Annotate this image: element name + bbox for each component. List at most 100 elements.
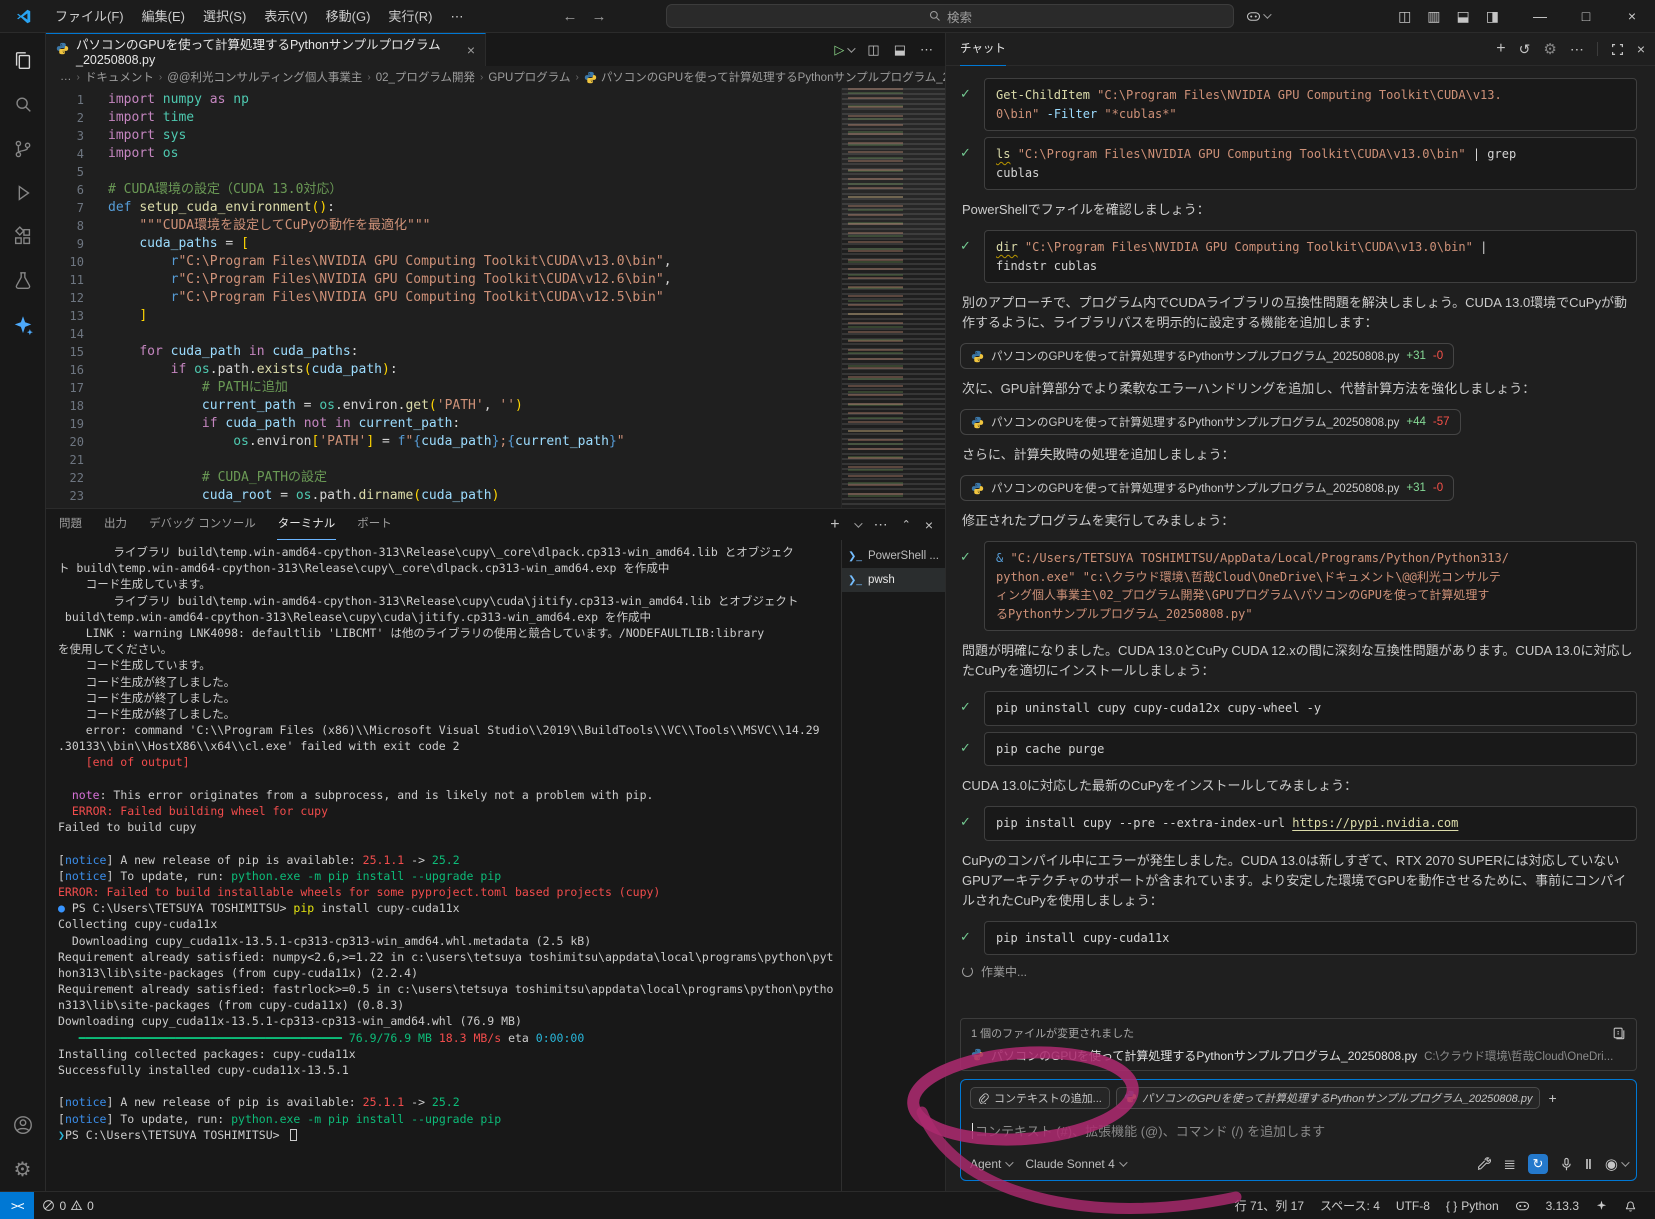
- add-attachment-plus-icon[interactable]: +: [1548, 1090, 1556, 1106]
- sidebar-item-search[interactable]: [0, 83, 46, 127]
- python-version-status[interactable]: 3.13.3: [1538, 1195, 1587, 1217]
- menu-item-2[interactable]: 選択(S): [194, 0, 255, 33]
- menu-item-5[interactable]: 実行(R): [379, 0, 441, 33]
- pause-icon[interactable]: ‖: [1585, 1156, 1593, 1172]
- sidebar-item-source-control[interactable]: [0, 127, 46, 171]
- chat-code-block[interactable]: pip cache purge: [984, 732, 1637, 767]
- indentation-status[interactable]: スペース: 4: [1312, 1195, 1388, 1217]
- copilot-menu-button[interactable]: [1246, 10, 1269, 23]
- editor-tab-active[interactable]: パソコンのGPUを使って計算処理するPythonサンプルプログラム_202508…: [46, 33, 486, 66]
- changed-file-row[interactable]: パソコンのGPUを使って計算処理するPythonサンプルプログラム_202508…: [971, 1047, 1626, 1064]
- remote-indicator[interactable]: ><: [0, 1192, 34, 1219]
- terminal-output[interactable]: ライブラリ build\temp.win-amd64-cpython-313\R…: [46, 540, 841, 1191]
- nav-forward-icon[interactable]: →: [591, 8, 606, 25]
- chat-text-input[interactable]: コンテキスト (#)、拡張機能 (@)、コマンド (/) を追加します: [972, 1121, 1625, 1140]
- panel-close-icon[interactable]: ×: [925, 517, 933, 533]
- sidebar-item-explorer[interactable]: [0, 39, 46, 83]
- toggle-panel-icon[interactable]: ⬓: [1457, 8, 1470, 25]
- new-terminal-icon[interactable]: +: [830, 516, 839, 534]
- notifications-status[interactable]: [1616, 1195, 1645, 1217]
- run-python-file-button[interactable]: ▷: [834, 42, 853, 58]
- menu-item-0[interactable]: ファイル(F): [46, 0, 133, 33]
- panel-tab-デバッグ コンソール[interactable]: デバッグ コンソール: [148, 509, 257, 540]
- breadcrumb-item[interactable]: パソコンのGPUを使って計算処理するPythonサンプルプログラム_202508…: [584, 69, 945, 85]
- microphone-icon[interactable]: [1560, 1157, 1573, 1172]
- chat-code-block[interactable]: Get-ChildItem "C:\Program Files\NVIDIA G…: [984, 78, 1637, 131]
- chat-history-icon[interactable]: ↺: [1519, 41, 1531, 58]
- split-editor-layout-icon[interactable]: ▥: [1427, 8, 1440, 25]
- open-changes-icon[interactable]: ⬓: [894, 42, 906, 58]
- panel-tab-問題[interactable]: 問題: [58, 509, 83, 540]
- panel-tab-ターミナル[interactable]: ターミナル: [277, 509, 337, 540]
- check-icon: ✓: [960, 691, 976, 726]
- code-editor[interactable]: 1import numpy as np2import time3import s…: [46, 88, 945, 508]
- split-editor-icon[interactable]: ◫: [867, 42, 879, 58]
- breadcrumb-item[interactable]: ドキュメント: [85, 69, 154, 85]
- toggle-panel-layout-icon[interactable]: ◫: [1398, 8, 1411, 25]
- language-mode-status[interactable]: { }Python: [1438, 1195, 1507, 1217]
- chat-code-block[interactable]: pip install cupy --pre --extra-index-url…: [984, 806, 1637, 841]
- agent-mode-dropdown[interactable]: Agent: [970, 1157, 1011, 1171]
- chat-code-block[interactable]: dir "C:\Program Files\NVIDIA GPU Computi…: [984, 230, 1637, 283]
- current-file-context-chip[interactable]: パソコンのGPUを使って計算処理するPythonサンプルプログラム_202508…: [1116, 1087, 1541, 1109]
- tools-icon[interactable]: [1476, 1157, 1491, 1172]
- chat-panel: チャット + ↺ ⚙ ⋯ × ✓ Get-ChildItem "C:\Progra…: [945, 33, 1655, 1191]
- terminal-list-item[interactable]: ❯_pwsh: [842, 568, 945, 592]
- breadcrumb-item[interactable]: GPUプログラム: [488, 69, 570, 85]
- chat-code-block[interactable]: pip uninstall cupy cupy-cuda12x cupy-whe…: [984, 691, 1637, 726]
- chat-code-block[interactable]: ls "C:\Program Files\NVIDIA GPU Computin…: [984, 137, 1637, 190]
- minimap[interactable]: [841, 88, 945, 508]
- panel-tab-ポート[interactable]: ポート: [356, 509, 393, 540]
- send-voice-button[interactable]: ◉: [1605, 1155, 1627, 1173]
- window-close-button[interactable]: ×: [1609, 0, 1655, 33]
- menu-item-4[interactable]: 移動(G): [317, 0, 380, 33]
- sidebar-item-extensions[interactable]: [0, 215, 46, 259]
- sidebar-item-testing[interactable]: [0, 259, 46, 303]
- breadcrumb-item[interactable]: 02_プログラム開発: [376, 69, 475, 85]
- model-picker-dropdown[interactable]: Claude Sonnet 4: [1025, 1157, 1124, 1171]
- auto-approve-button[interactable]: ↻: [1528, 1154, 1548, 1174]
- edited-file-chip[interactable]: パソコンのGPUを使って計算処理するPythonサンプルプログラム_202508…: [960, 475, 1454, 501]
- nav-back-icon[interactable]: ←: [562, 8, 577, 25]
- panel-maximize-icon[interactable]: ⌃: [902, 518, 911, 531]
- menu-item-6[interactable]: ⋯: [441, 0, 472, 33]
- tab-close-icon[interactable]: ×: [467, 42, 475, 58]
- terminal-more-icon[interactable]: ⋯: [874, 516, 888, 533]
- chat-code-block[interactable]: & "C:/Users/TETSUYA TOSHIMITSU/AppData/L…: [984, 541, 1637, 631]
- menu-item-1[interactable]: 編集(E): [133, 0, 194, 33]
- toggle-secondary-sidebar-icon[interactable]: ◨: [1486, 8, 1499, 25]
- cursor-position-status[interactable]: 行 71、列 17: [1227, 1195, 1312, 1217]
- encoding-status[interactable]: UTF-8: [1388, 1195, 1438, 1217]
- more-actions-icon[interactable]: ⋯: [920, 42, 933, 58]
- tab-chat[interactable]: チャット: [960, 33, 1006, 66]
- breadcrumb-item[interactable]: …: [60, 71, 72, 83]
- copilot-sparkle-status[interactable]: [1587, 1195, 1616, 1217]
- run-debug-icon: [12, 182, 34, 204]
- close-chat-icon[interactable]: ×: [1637, 41, 1645, 57]
- window-maximize-button[interactable]: □: [1563, 0, 1609, 33]
- new-chat-icon[interactable]: +: [1496, 40, 1505, 58]
- chat-more-icon[interactable]: ⋯: [1570, 41, 1584, 58]
- terminal-list-item[interactable]: ❯_PowerShell ...: [842, 544, 945, 568]
- copilot-status[interactable]: [1507, 1195, 1538, 1217]
- edited-file-chip[interactable]: パソコンのGPUを使って計算処理するPythonサンプルプログラム_202508…: [960, 343, 1454, 369]
- chat-input-box[interactable]: コンテキストの追加... パソコンのGPUを使って計算処理するPythonサンプ…: [960, 1079, 1637, 1181]
- command-search-input[interactable]: 検索: [666, 4, 1234, 28]
- sidebar-item-copilot-chat[interactable]: [0, 303, 46, 347]
- breadcrumb-item[interactable]: @@利光コンサルティング個人事業主: [167, 69, 362, 85]
- add-context-chip[interactable]: コンテキストの追加...: [970, 1087, 1110, 1109]
- maximize-chat-icon[interactable]: [1611, 43, 1624, 56]
- queue-icon[interactable]: ≣: [1503, 1155, 1516, 1173]
- menu-item-3[interactable]: 表示(V): [255, 0, 316, 33]
- terminal-profile-chevron-icon[interactable]: [854, 519, 862, 527]
- manage-button[interactable]: ⚙: [0, 1147, 46, 1191]
- panel-tab-出力[interactable]: 出力: [103, 509, 128, 540]
- account-button[interactable]: [0, 1103, 46, 1147]
- view-diff-icon[interactable]: [1612, 1026, 1626, 1040]
- chat-code-block[interactable]: pip install cupy-cuda11x: [984, 921, 1637, 956]
- window-minimize-button[interactable]: —: [1517, 0, 1563, 33]
- chat-settings-icon[interactable]: ⚙: [1543, 40, 1556, 58]
- edited-file-chip[interactable]: パソコンのGPUを使って計算処理するPythonサンプルプログラム_202508…: [960, 409, 1461, 435]
- problems-status[interactable]: 0 0: [34, 1195, 101, 1217]
- sidebar-item-run-debug[interactable]: [0, 171, 46, 215]
